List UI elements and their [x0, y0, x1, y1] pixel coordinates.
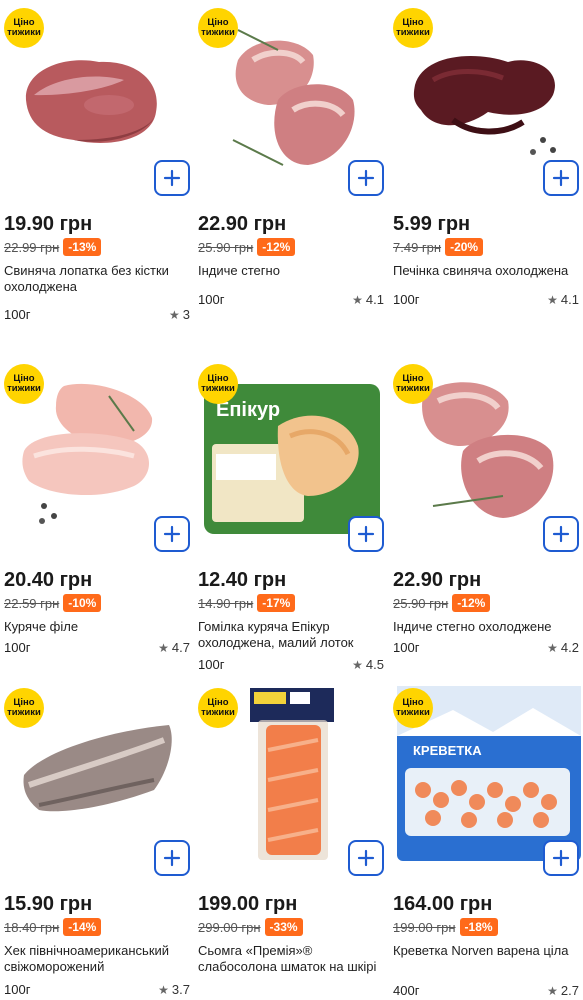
- promo-badge: Ціно тижики: [4, 364, 44, 404]
- product-name[interactable]: Печінка свиняча охолоджена: [393, 263, 583, 279]
- old-price: 18.40 грн: [4, 919, 60, 935]
- promo-badge: Ціно тижики: [198, 364, 238, 404]
- plus-icon: [552, 849, 570, 867]
- add-to-cart-button[interactable]: [543, 840, 579, 876]
- product-rating: ★ 3: [169, 307, 190, 322]
- product-price: 20.40 грн: [4, 569, 93, 591]
- discount-badge: -17%: [257, 594, 296, 612]
- product-rating: ★ 4.7: [158, 640, 190, 655]
- old-price: 22.99 грн: [4, 239, 60, 255]
- product-rating: ★ 4.2: [547, 640, 579, 655]
- product-name[interactable]: Сьомга «Премія»® слабосолона шматок на ш…: [198, 943, 388, 975]
- product-name[interactable]: Індиче стегно: [198, 263, 388, 279]
- promo-badge: Ціно тижики: [4, 8, 44, 48]
- product-rating: ★ 4.5: [352, 657, 384, 672]
- product-weight: 100г: [393, 292, 420, 307]
- plus-icon: [357, 525, 375, 543]
- old-price: 299.00 грн: [198, 919, 261, 935]
- old-price: 25.90 грн: [198, 239, 254, 255]
- old-price: 199.00 грн: [393, 919, 456, 935]
- add-to-cart-button[interactable]: [154, 840, 190, 876]
- star-icon: ★: [352, 293, 363, 307]
- promo-badge: Ціно тижики: [198, 8, 238, 48]
- product-weight: 400г: [393, 983, 420, 998]
- old-price: 14.90 грн: [198, 595, 254, 611]
- product-price: 164.00 грн: [393, 893, 493, 915]
- star-icon: ★: [158, 641, 169, 655]
- product-rating: ★ 4.1: [352, 292, 384, 307]
- discount-badge: -33%: [264, 918, 303, 936]
- product-rating: ★ 4.1: [547, 292, 579, 307]
- add-to-cart-button[interactable]: [348, 840, 384, 876]
- product-rating: ★ 3.7: [158, 982, 190, 997]
- product-name[interactable]: Індиче стегно охолоджене: [393, 619, 583, 635]
- product-weight: 100г: [4, 982, 31, 997]
- add-to-cart-button[interactable]: [154, 516, 190, 552]
- product-name[interactable]: Свиняча лопатка без кістки охолоджена: [4, 263, 194, 295]
- product-price: 5.99 грн: [393, 213, 471, 235]
- star-icon: ★: [547, 641, 558, 655]
- promo-badge: Ціно тижики: [393, 688, 433, 728]
- old-price: 25.90 грн: [393, 595, 449, 611]
- star-icon: ★: [352, 658, 363, 672]
- product-weight: 100г: [198, 292, 225, 307]
- product-rating: ★ 2.7: [547, 983, 579, 998]
- add-to-cart-button[interactable]: [154, 160, 190, 196]
- product-name[interactable]: Куряче філе: [4, 619, 194, 635]
- product-price: 12.40 грн: [198, 569, 287, 591]
- star-icon: ★: [169, 308, 180, 322]
- discount-badge: -13%: [63, 238, 102, 256]
- discount-badge: -14%: [63, 918, 102, 936]
- plus-icon: [357, 169, 375, 187]
- plus-icon: [163, 849, 181, 867]
- product-weight: 100г: [393, 640, 420, 655]
- add-to-cart-button[interactable]: [348, 516, 384, 552]
- discount-badge: -20%: [445, 238, 484, 256]
- product-weight: 100г: [4, 640, 31, 655]
- product-name[interactable]: Креветка Norven варена ціла: [393, 943, 583, 959]
- discount-badge: -18%: [459, 918, 498, 936]
- promo-badge: Ціно тижики: [4, 688, 44, 728]
- product-name[interactable]: Хек північноамериканський свіжоморожений: [4, 943, 194, 975]
- plus-icon: [552, 525, 570, 543]
- plus-icon: [552, 169, 570, 187]
- product-weight: 100г: [4, 307, 31, 322]
- product-price: 15.90 грн: [4, 893, 93, 915]
- promo-badge: Ціно тижики: [198, 688, 238, 728]
- plus-icon: [163, 525, 181, 543]
- product-price: 199.00 грн: [198, 893, 298, 915]
- plus-icon: [163, 169, 181, 187]
- promo-badge: Ціно тижики: [393, 8, 433, 48]
- product-price: 19.90 грн: [4, 213, 93, 235]
- add-to-cart-button[interactable]: [543, 160, 579, 196]
- product-name[interactable]: Гомілка куряча Епікур охолоджена, малий …: [198, 619, 388, 651]
- star-icon: ★: [547, 984, 558, 998]
- product-price: 22.90 грн: [198, 213, 287, 235]
- star-icon: ★: [547, 293, 558, 307]
- package-title: КРЕВЕТКА: [413, 743, 482, 758]
- plus-icon: [357, 849, 375, 867]
- old-price: 7.49 грн: [393, 239, 442, 255]
- add-to-cart-button[interactable]: [543, 516, 579, 552]
- star-icon: ★: [158, 983, 169, 997]
- discount-badge: -10%: [63, 594, 102, 612]
- discount-badge: -12%: [257, 238, 296, 256]
- add-to-cart-button[interactable]: [348, 160, 384, 196]
- product-price: 22.90 грн: [393, 569, 482, 591]
- old-price: 22.59 грн: [4, 595, 60, 611]
- promo-badge: Ціно тижики: [393, 364, 433, 404]
- discount-badge: -12%: [452, 594, 491, 612]
- product-weight: 100г: [198, 657, 225, 672]
